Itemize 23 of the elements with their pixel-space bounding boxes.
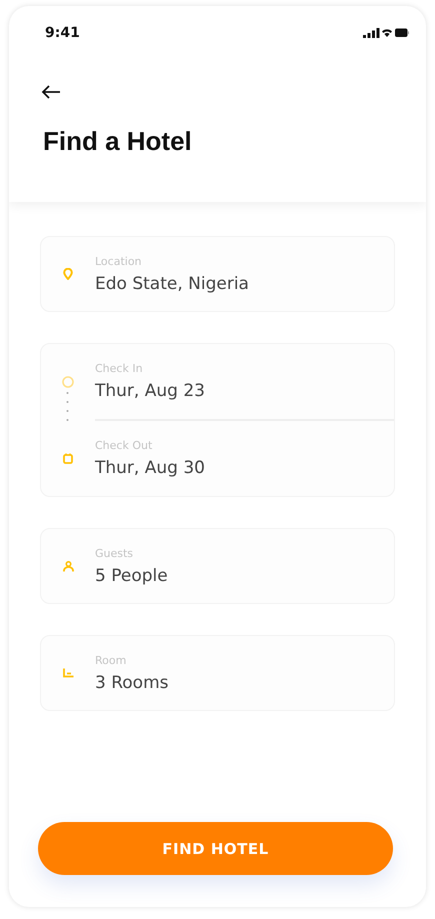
page-title: Find a Hotel — [43, 125, 193, 157]
calendar-icon — [63, 453, 73, 464]
location-pin-icon — [63, 268, 73, 280]
location-field[interactable]: Location Edo State, Nigeria — [40, 236, 395, 312]
room-field[interactable]: Room 3 Rooms — [40, 635, 395, 711]
field-value: 3 Rooms — [95, 672, 168, 692]
circle-icon — [62, 376, 74, 388]
date-range-field[interactable]: Check In Thur, Aug 23 Check Out Thur, Aug 30 — [40, 343, 395, 497]
field-label: Check Out — [95, 439, 154, 452]
field-label: Location — [95, 254, 143, 268]
person-icon — [62, 560, 74, 572]
field-value: Thur, Aug 23 — [95, 381, 205, 401]
field-value: 5 People — [95, 566, 168, 586]
status-time: 9:41 — [45, 25, 80, 41]
field-label: Guests — [95, 546, 134, 560]
bed-icon — [62, 668, 74, 678]
status-icons — [363, 27, 409, 39]
field-value: Edo State, Nigeria — [95, 274, 249, 294]
field-label: Check In — [95, 362, 144, 375]
guests-field[interactable]: Guests 5 People — [40, 528, 395, 604]
field-label: Room — [95, 654, 128, 666]
back-arrow-icon[interactable] — [41, 85, 61, 99]
field-value: Thur, Aug 30 — [95, 458, 205, 478]
